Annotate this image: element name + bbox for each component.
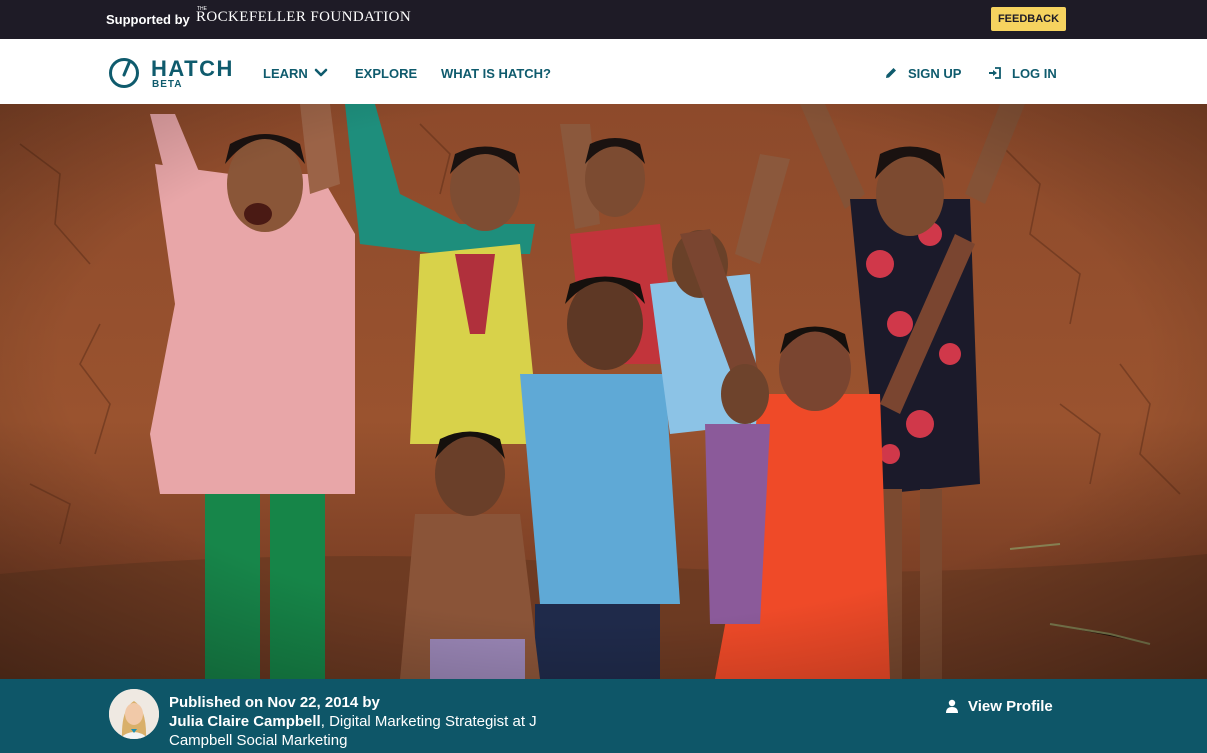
rockefeller-foundation-logo[interactable]: ROCKEFELLER FOUNDATION (196, 9, 411, 26)
pencil-icon (886, 68, 896, 78)
view-profile-link[interactable]: View Profile (946, 698, 1053, 715)
hatch-logo-icon[interactable] (108, 57, 140, 89)
sign-up-label: SIGN UP (908, 66, 962, 81)
view-profile-label: View Profile (968, 698, 1053, 715)
log-in-link[interactable]: LOG IN (988, 66, 1057, 81)
author-name-link[interactable]: Julia Claire Campbell (169, 713, 321, 730)
nav-what-is-hatch-link[interactable]: WHAT IS HATCH? (441, 66, 551, 81)
author-avatar[interactable] (109, 689, 159, 739)
user-icon (946, 699, 958, 713)
sign-up-link[interactable]: SIGN UP (884, 66, 961, 81)
published-date-text: Published on Nov 22, 2014 by (169, 694, 380, 711)
sign-in-icon (989, 67, 1001, 79)
support-bar: Supported by THE ROCKEFELLER FOUNDATION … (0, 0, 1207, 39)
feedback-button[interactable]: FEEDBACK (991, 7, 1066, 31)
logo-beta-label: BETA (152, 79, 183, 90)
hero-image (0, 104, 1207, 679)
chevron-down-icon[interactable] (314, 67, 328, 79)
children-celebrating-photo (0, 104, 1207, 679)
author-bar: Published on Nov 22, 2014 by Julia Clair… (0, 679, 1207, 753)
nav-explore-link[interactable]: EXPLORE (355, 66, 417, 81)
log-in-label: LOG IN (1012, 66, 1057, 81)
supported-by-text: Supported by (106, 12, 190, 27)
main-nav: HATCH BETA LEARN EXPLORE WHAT IS HATCH? … (0, 39, 1207, 104)
nav-learn-link[interactable]: LEARN (263, 66, 308, 81)
author-byline: Julia Claire Campbell, Digital Marketing… (169, 712, 569, 750)
